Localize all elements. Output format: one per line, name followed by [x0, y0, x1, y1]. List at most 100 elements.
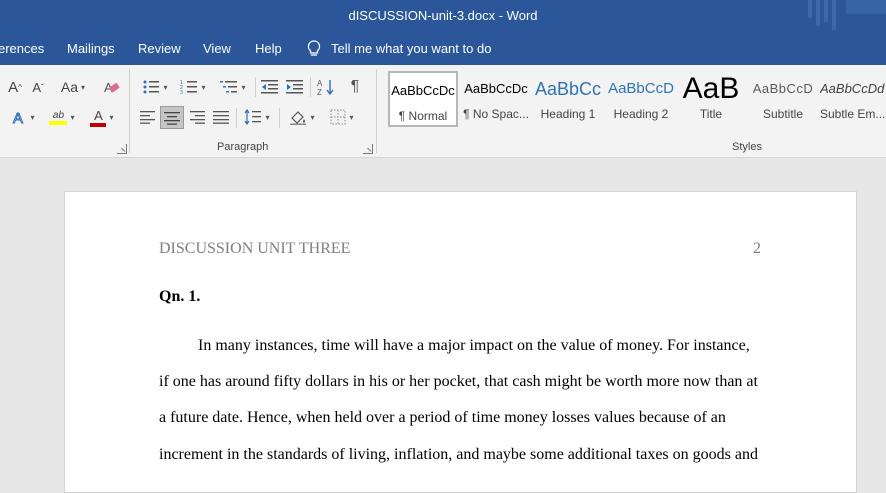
paragraph-dialog-launcher[interactable] — [363, 144, 373, 154]
grow-font-icon: A — [8, 78, 19, 96]
shading-icon — [290, 111, 307, 125]
decrease-indent-button[interactable] — [259, 76, 281, 98]
svg-text:3: 3 — [180, 90, 183, 95]
align-center-button[interactable] — [160, 106, 184, 129]
style-subtitle[interactable]: AaBbCcD Subtitle — [748, 71, 818, 127]
line-spacing-button[interactable]: ▾ — [240, 106, 274, 128]
svg-text:Z: Z — [317, 88, 322, 96]
styles-group-label: Styles — [732, 141, 762, 153]
shading-button[interactable]: ▾ — [284, 106, 320, 128]
body-text-line: if one has around fifty dollars in his o… — [159, 373, 758, 390]
style-preview: AaBbCcDd — [820, 81, 885, 96]
bullets-icon — [143, 80, 160, 94]
page-number: 2 — [753, 240, 761, 257]
multilevel-list-icon — [220, 81, 238, 93]
svg-text:A: A — [13, 110, 23, 125]
clear-formatting-icon: A — [104, 80, 120, 95]
style-preview: AaBbCcDc — [391, 83, 455, 98]
body-text-line: In many instances, time will have a majo… — [198, 337, 750, 354]
ribbon-separator — [236, 108, 237, 128]
align-left-icon — [140, 111, 155, 124]
ribbon-separator — [255, 77, 256, 97]
title-bar-decoration — [808, 0, 886, 30]
body-text-line: a future date. Hence, when held over a p… — [159, 409, 726, 426]
font-color-swatch — [90, 122, 107, 127]
ribbon: A ^ Aˇ Aa ▾ A A ▾ ab ▾ A ▾ ▾ 1 2 3 ▾ ▾ A… — [0, 65, 886, 158]
title-bar: dISCUSSION-unit-3.docx - Word — [0, 0, 886, 33]
tell-me-text: Tell me what you want to do — [331, 41, 492, 56]
paragraph-group-label: Paragraph — [217, 141, 269, 153]
align-center-icon — [164, 111, 180, 125]
decrease-indent-icon — [261, 80, 278, 94]
sort-button[interactable]: AZ — [314, 76, 338, 98]
lightbulb-icon — [307, 40, 321, 56]
font-color-button[interactable]: A ▾ — [84, 106, 120, 128]
borders-icon — [330, 109, 346, 125]
font-dialog-launcher[interactable] — [117, 144, 127, 154]
style-name: Heading 1 — [540, 107, 596, 121]
justify-icon — [213, 111, 229, 124]
justify-button[interactable] — [210, 106, 232, 128]
style-heading-1[interactable]: AaBbCc Heading 1 — [533, 71, 603, 127]
bullets-button[interactable]: ▾ — [138, 76, 172, 98]
style-title[interactable]: AaB Title — [676, 71, 746, 127]
running-header: DISCUSSION UNIT THREE — [159, 240, 351, 257]
style-normal[interactable]: AaBbCcDc ¶ Normal — [388, 71, 458, 127]
text-effects-button[interactable]: A ▾ — [6, 106, 40, 128]
text-effects-icon: A — [13, 110, 24, 126]
ribbon-separator — [310, 77, 311, 97]
highlight-button[interactable]: ab ▾ — [44, 106, 80, 128]
line-spacing-icon — [244, 109, 262, 125]
multilevel-list-button[interactable]: ▾ — [216, 76, 250, 98]
style-name: ¶ No Spac... — [463, 107, 529, 121]
pilcrow-icon: ¶ — [350, 78, 360, 95]
window-title: dISCUSSION-unit-3.docx - Word — [348, 8, 538, 23]
question-heading: Qn. 1. — [159, 288, 201, 305]
font-color-icon: A — [94, 107, 103, 123]
change-case-icon: Aa — [60, 79, 79, 95]
style-preview: AaBbCcD — [752, 81, 814, 96]
clear-formatting-button[interactable]: A — [100, 77, 122, 97]
style-preview: AaBbCc — [534, 79, 602, 99]
tell-me-search[interactable]: Tell me what you want to do — [307, 40, 491, 57]
tab-review[interactable]: Review — [138, 41, 181, 56]
numbering-button[interactable]: 123 ▾ — [176, 76, 210, 98]
align-right-icon — [190, 111, 205, 124]
svg-text:A: A — [317, 79, 323, 88]
shrink-font-button[interactable]: Aˇ — [27, 77, 49, 97]
ribbon-tab-bar: erences Mailings Review View Help Tell m… — [0, 33, 886, 65]
ribbon-separator — [129, 69, 130, 153]
grow-font-button[interactable]: A ^ — [4, 77, 26, 97]
tab-references[interactable]: erences — [0, 41, 44, 56]
tab-mailings[interactable]: Mailings — [67, 41, 115, 56]
ribbon-separator — [279, 108, 280, 128]
style-name: Subtle Em... — [820, 107, 886, 121]
style-heading-2[interactable]: AaBbCcD Heading 2 — [606, 71, 676, 127]
style-preview: AaBbCcDc — [464, 81, 528, 96]
shrink-font-icon: A — [32, 79, 41, 95]
style-name: Heading 2 — [613, 107, 669, 121]
highlight-color-swatch — [49, 120, 68, 125]
ribbon-separator — [376, 69, 377, 153]
numbering-icon: 123 — [180, 80, 198, 95]
style-subtle-emphasis[interactable]: AaBbCcDd Subtle Em... — [820, 71, 886, 127]
style-name: ¶ Normal — [398, 109, 448, 123]
align-left-button[interactable] — [137, 106, 159, 128]
style-no-spacing[interactable]: AaBbCcDc ¶ No Spac... — [461, 71, 531, 127]
increase-indent-button[interactable] — [284, 76, 306, 98]
show-formatting-marks-button[interactable]: ¶ — [343, 76, 367, 98]
change-case-button[interactable]: Aa ▾ — [56, 77, 90, 97]
sort-icon: AZ — [317, 79, 334, 96]
align-right-button[interactable] — [186, 106, 208, 128]
tab-view[interactable]: View — [203, 41, 231, 56]
body-text-line: increment in the standards of living, in… — [159, 446, 758, 463]
style-name: Subtitle — [762, 107, 804, 121]
style-preview: AaB — [682, 72, 740, 105]
style-preview: AaBbCcD — [608, 80, 674, 97]
borders-button[interactable]: ▾ — [324, 106, 360, 128]
document-page[interactable]: DISCUSSION UNIT THREE 2 Qn. 1. In many i… — [64, 191, 857, 493]
highlight-icon: ab — [52, 109, 65, 121]
styles-gallery: AaBbCcDc ¶ Normal AaBbCcDc ¶ No Spac... … — [386, 68, 886, 130]
style-name: Title — [699, 107, 723, 121]
tab-help[interactable]: Help — [255, 41, 282, 56]
